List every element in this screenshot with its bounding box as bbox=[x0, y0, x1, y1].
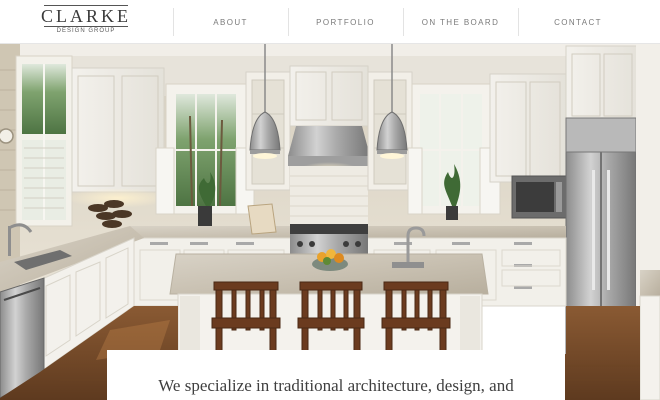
logo-tagline: DESIGN GROUP bbox=[56, 28, 116, 34]
intro-text: We specialize in traditional architectur… bbox=[158, 376, 514, 395]
hero-kitchen-photo bbox=[0, 44, 660, 400]
nav-item-contact[interactable]: CONTACT bbox=[518, 0, 638, 44]
intro-card: We specialize in traditional architectur… bbox=[107, 350, 565, 400]
site-header: CLARKE DESIGN GROUP ABOUT PORTFOLIO ON T… bbox=[0, 0, 660, 44]
nav-item-about[interactable]: ABOUT bbox=[173, 0, 288, 44]
nav-item-portfolio[interactable]: PORTFOLIO bbox=[288, 0, 403, 44]
nav-item-on-the-board[interactable]: ON THE BOARD bbox=[403, 0, 518, 44]
logo-bottom-rule bbox=[44, 26, 128, 27]
logo[interactable]: CLARKE DESIGN GROUP bbox=[40, 4, 132, 40]
logo-wordmark: CLARKE bbox=[41, 6, 131, 26]
kitchen-illustration bbox=[0, 44, 660, 400]
